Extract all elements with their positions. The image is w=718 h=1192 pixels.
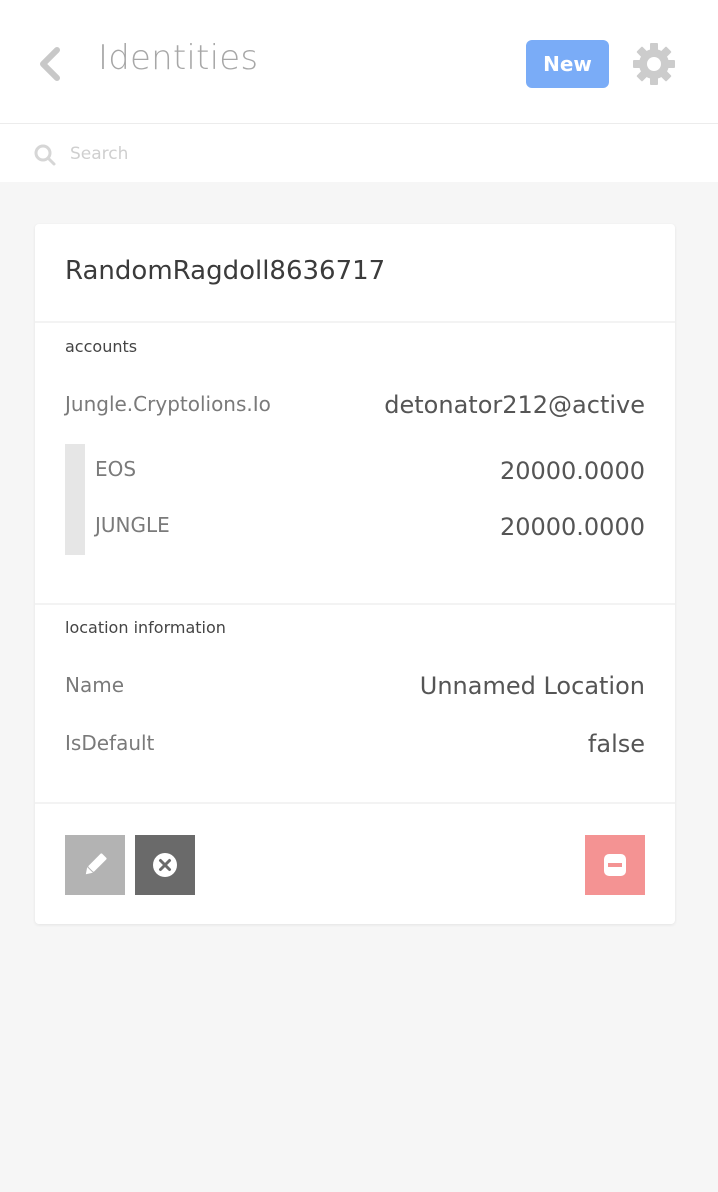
divider	[35, 603, 675, 605]
identity-name: RandomRagdoll8636717	[65, 256, 386, 286]
remove-identity-button[interactable]	[585, 835, 645, 895]
balance-amount: 20000.0000	[499, 457, 645, 485]
divider	[35, 321, 675, 323]
pencil-icon	[85, 853, 107, 875]
divider	[35, 802, 675, 804]
location-field-value: false	[587, 730, 645, 758]
balance-amount: 20000.0000	[499, 513, 645, 541]
unlink-button[interactable]	[135, 835, 195, 895]
account-name: detonator212@active	[384, 391, 645, 419]
edit-identity-button[interactable]	[65, 835, 125, 895]
account-network: Jungle.Cryptolions.Io	[65, 392, 271, 416]
chevron-left-icon	[40, 47, 60, 81]
location-field-label: Name	[65, 673, 125, 697]
search-icon	[34, 144, 56, 166]
search-input[interactable]	[70, 138, 670, 170]
header: Identities New	[0, 0, 718, 124]
balance-token: EOS	[95, 457, 137, 481]
accounts-section-label: accounts	[65, 337, 138, 356]
balance-token: JUNGLE	[95, 513, 170, 537]
page-title: Identities	[98, 38, 259, 78]
close-circle-icon	[153, 853, 177, 877]
new-identity-button[interactable]: New	[526, 40, 609, 88]
location-section-label: location information	[65, 618, 226, 637]
identity-card: RandomRagdoll8636717 accounts Jungle.Cry…	[35, 224, 675, 924]
back-button[interactable]	[30, 40, 70, 88]
settings-button[interactable]	[630, 40, 678, 88]
gear-icon	[633, 43, 675, 85]
location-field-value: Unnamed Location	[419, 672, 645, 700]
location-field-label: IsDefault	[65, 731, 155, 755]
minus-icon	[604, 854, 626, 876]
balance-indicator	[65, 444, 85, 555]
